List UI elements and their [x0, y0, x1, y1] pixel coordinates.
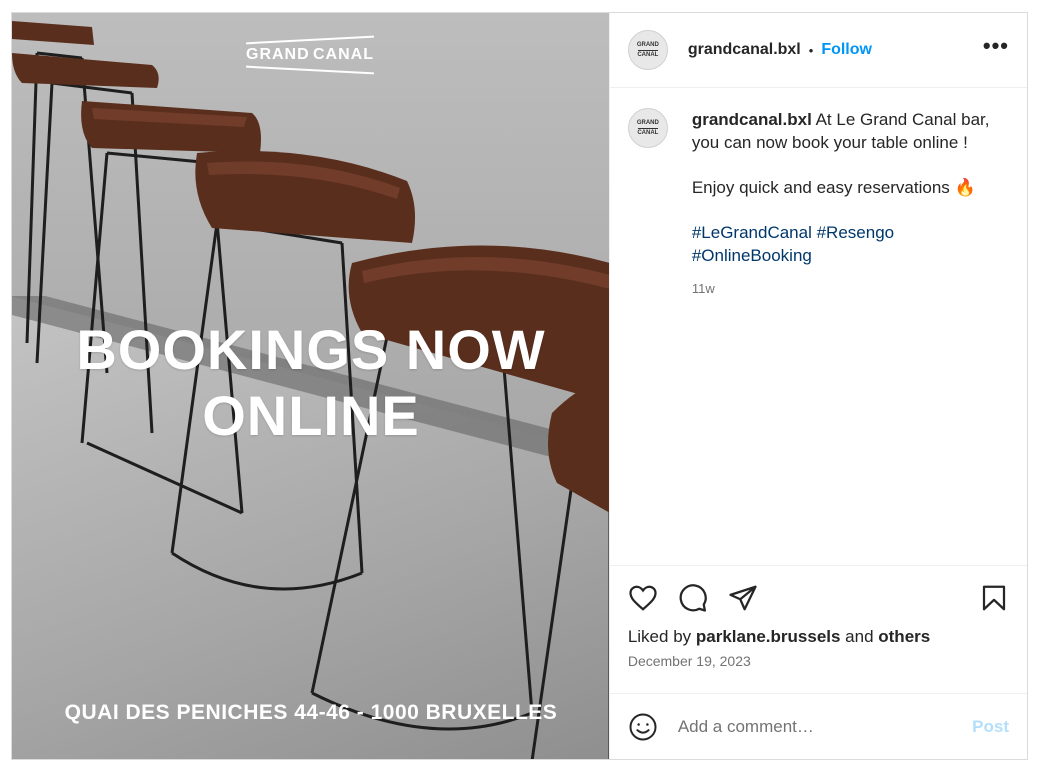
caption-area: GRAND CANAL grandcanal.bxl At Le Grand C… — [610, 88, 1027, 565]
share-icon[interactable] — [728, 583, 758, 613]
post-header: GRAND CANAL grandcanal.bxl • Follow ••• — [609, 13, 1027, 88]
liked-by-user-link[interactable]: parklane.brussels — [696, 627, 841, 646]
caption-avatar-text-canal: CANAL — [637, 129, 659, 136]
follow-button[interactable]: Follow — [821, 41, 872, 59]
caption-timestamp[interactable]: 11w — [692, 277, 992, 300]
username-link[interactable]: grandcanal.bxl — [688, 41, 801, 59]
more-horizontal-icon[interactable]: ••• — [983, 33, 1009, 67]
caption-avatar[interactable]: GRAND CANAL — [627, 108, 668, 148]
caption-line-2: Enjoy quick and easy reservations 🔥 — [691, 178, 976, 197]
post-card: GRAND CANAL BOOKINGS NOW ONLINE QUAI DES… — [11, 12, 1028, 760]
post-button[interactable]: Post — [972, 717, 1009, 737]
post-panel: GRAND CANAL grandcanal.bxl • Follow ••• … — [608, 13, 1027, 759]
caption-avatar-divider — [637, 127, 658, 129]
caption-username-link[interactable]: grandcanal.bxl — [692, 110, 812, 129]
headline-line-2: ONLINE — [202, 384, 420, 447]
hashtag-link[interactable]: #OnlineBooking — [692, 246, 812, 265]
post-image[interactable]: GRAND CANAL BOOKINGS NOW ONLINE QUAI DES… — [12, 13, 609, 759]
caption-avatar-text-grand: GRAND — [636, 119, 659, 126]
comment-input[interactable] — [677, 716, 973, 737]
comment-bar: Post — [609, 693, 1027, 759]
headline: BOOKINGS NOW ONLINE — [12, 317, 609, 449]
action-row — [628, 580, 1009, 616]
heart-icon[interactable] — [628, 583, 658, 613]
address-text: QUAI DES PENICHES 44-46 - 1000 BRUXELLES — [64, 701, 558, 724]
avatar-text-canal: CANAL — [637, 51, 659, 58]
post-date[interactable]: December 19, 2023 — [628, 653, 1009, 669]
logo-word-grand: GRAND — [246, 46, 310, 63]
actions-area: Liked by parklane.brussels and others De… — [609, 565, 1027, 693]
caption: grandcanal.bxl At Le Grand Canal bar, yo… — [692, 108, 992, 300]
liked-by-prefix: Liked by — [627, 627, 696, 646]
avatar[interactable]: GRAND CANAL — [627, 30, 668, 70]
separator-dot: • — [808, 42, 814, 58]
hashtag-link[interactable]: #Resengo — [817, 223, 895, 242]
liked-by-middle: and — [840, 627, 879, 646]
likes-text: Liked by parklane.brussels and others — [628, 627, 1009, 647]
avatar-text-grand: GRAND — [636, 41, 659, 48]
liked-by-others-link[interactable]: others — [878, 627, 930, 646]
avatar-divider — [637, 49, 658, 51]
hashtag-link[interactable]: #LeGrandCanal — [692, 223, 812, 242]
brand-logo: GRAND CANAL — [244, 35, 376, 75]
headline-line-1: BOOKINGS NOW — [76, 318, 546, 381]
smiley-icon[interactable] — [628, 712, 658, 742]
logo-word-canal: CANAL — [313, 46, 374, 63]
bookmark-icon[interactable] — [979, 583, 1009, 613]
comment-icon[interactable] — [678, 583, 708, 613]
